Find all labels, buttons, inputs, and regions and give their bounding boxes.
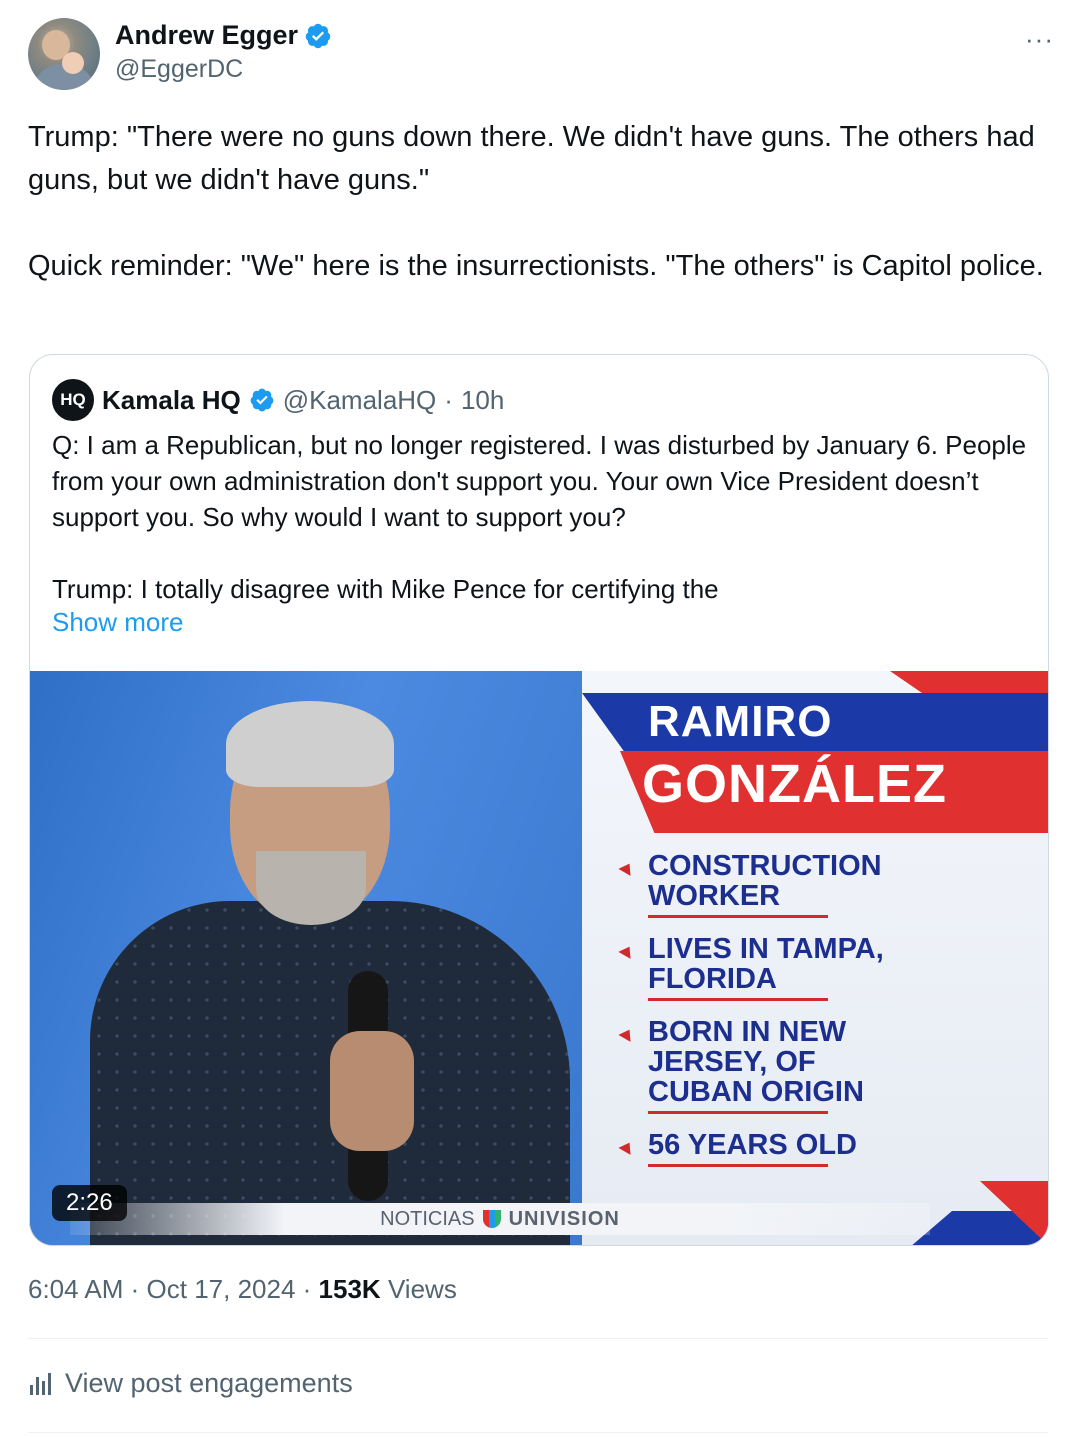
univision-logo-icon <box>482 1210 501 1228</box>
verified-badge-icon <box>305 23 331 48</box>
quoted-timestamp: 10h <box>460 384 505 415</box>
tweet-text: Trump: "There were no guns down there. W… <box>28 121 1044 282</box>
speaker-hair <box>226 701 394 787</box>
quoted-tweet-text: Q: I am a Republican, but no longer regi… <box>52 430 1027 604</box>
overlay-first-name: RAMIRO <box>648 697 833 746</box>
overlay-fact: 56 YEARS OLD <box>618 1130 918 1167</box>
more-options-icon[interactable]: ··· <box>1025 24 1054 55</box>
author-handle[interactable]: @EggerDC <box>115 55 332 84</box>
meta-separator: · <box>302 1274 319 1304</box>
ticker-left-label: NOTICIAS <box>380 1207 475 1230</box>
speaker-hand <box>330 1031 414 1151</box>
quoted-author-name: Kamala HQ <box>102 384 241 415</box>
overlay-last-name: GONZÁLEZ <box>642 754 947 814</box>
overlay-fact: LIVES IN TAMPA, FLORIDA <box>618 934 918 1001</box>
quoted-author-avatar: HQ <box>52 379 94 421</box>
views-count: 153K <box>318 1274 381 1304</box>
quoted-tweet[interactable]: HQ Kamala HQ @KamalaHQ · 10h Q: I am a R… <box>29 354 1049 1246</box>
tweet-meta: 6:04 AM · Oct 17, 2024 · 153K Views <box>28 1274 457 1305</box>
author-display-name-row[interactable]: Andrew Egger <box>115 20 332 51</box>
show-more-link[interactable]: Show more <box>52 607 184 638</box>
meta-separator: · <box>130 1274 147 1304</box>
divider <box>28 1338 1048 1339</box>
author-avatar[interactable] <box>28 18 100 90</box>
quoted-tweet-header: HQ Kamala HQ @KamalaHQ · 10h <box>52 379 504 421</box>
quoted-author-handle: @KamalaHQ <box>282 384 437 415</box>
author-display-name[interactable]: Andrew Egger <box>115 20 298 51</box>
overlay-facts: CONSTRUCTION WORKER LIVES IN TAMPA, FLOR… <box>618 851 918 1183</box>
author-name-block: Andrew Egger @EggerDC <box>115 20 332 84</box>
view-engagements-button[interactable]: View post engagements <box>30 1368 353 1399</box>
tweet-date[interactable]: Oct 17, 2024 <box>147 1274 296 1304</box>
quoted-verified-badge-icon <box>250 388 274 412</box>
univision-ticker: NOTICIAS UNIVISION <box>70 1203 930 1235</box>
overlay-fact: CONSTRUCTION WORKER <box>618 851 918 918</box>
quoted-separator: · <box>444 384 453 415</box>
speaker-beard <box>256 851 366 925</box>
overlay-fact: BORN IN NEW JERSEY, OF CUBAN ORIGIN <box>618 1017 918 1114</box>
video-player[interactable]: RAMIRO GONZÁLEZ CONSTRUCTION WORKER LIVE… <box>30 671 1048 1245</box>
analytics-icon <box>30 1372 51 1395</box>
video-duration-badge: 2:26 <box>52 1185 127 1221</box>
tweet-time[interactable]: 6:04 AM <box>28 1274 123 1304</box>
ticker-right-label: UNIVISION <box>508 1207 620 1230</box>
tweet-header: Andrew Egger @EggerDC ··· <box>28 18 1058 98</box>
views-label: Views <box>387 1274 457 1304</box>
divider <box>28 1432 1048 1433</box>
view-engagements-label: View post engagements <box>65 1368 353 1398</box>
